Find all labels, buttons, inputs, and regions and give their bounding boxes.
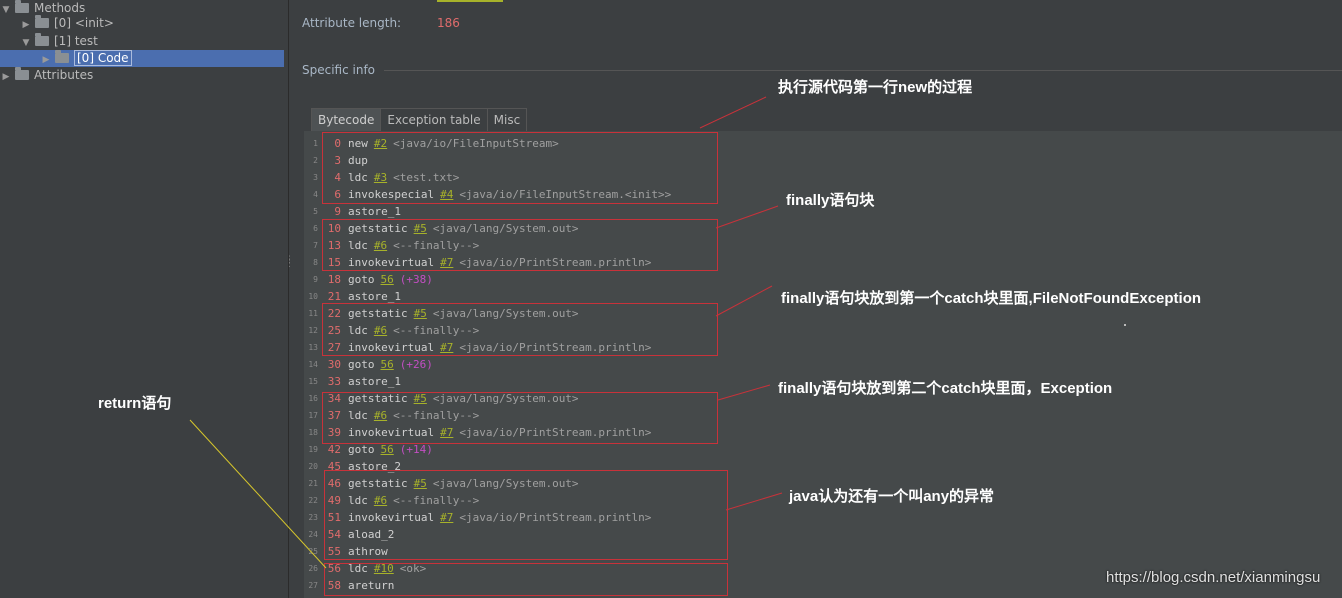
watermark: https://blog.csdn.net/xianmingsu [1106,569,1321,586]
annotation-finally-catch1: finally语句块放到第一个catch块里面,FileNotFoundExce… [781,290,1202,307]
connector-return [189,419,327,569]
connector-finally [715,205,779,229]
stray-dot [1124,324,1126,326]
annotation-finally-catch2: finally语句块放到第二个catch块里面，Exception [778,380,1113,397]
connector-new [699,96,767,129]
connector-catch2 [717,384,771,401]
annotation-any-exception: java认为还有一个叫any的异常 [789,488,995,505]
connector-any [725,492,783,511]
annotation-finally-block: finally语句块 [786,192,875,209]
annotation-return: return语句 [98,395,172,412]
annotation-new-process: 执行源代码第一行new的过程 [778,79,973,96]
connector-catch1 [715,285,773,317]
